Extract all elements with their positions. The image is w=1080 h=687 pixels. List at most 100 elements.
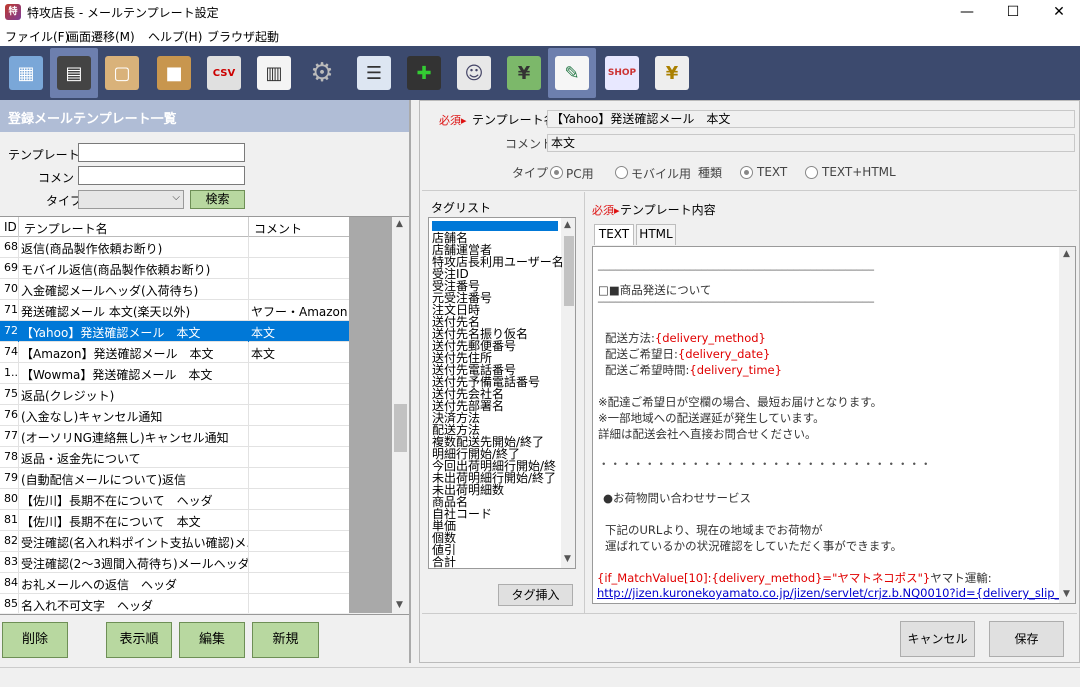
cancel-button[interactable]: キャンセル <box>900 621 975 657</box>
table-row[interactable]: 74 【Amazon】発送確認メール 本文 本文 <box>0 342 349 363</box>
table-row[interactable]: 84 お礼メールへの返信 ヘッダ <box>0 573 349 594</box>
template-content-editor[interactable]: ________________________________________… <box>592 246 1076 604</box>
table-row[interactable]: 85 名入れ不可文字 ヘッダ <box>0 594 349 613</box>
pc-radio[interactable] <box>550 166 563 179</box>
table-row[interactable]: 79 (自動配信メールについて)返信 <box>0 468 349 489</box>
boxes-icon[interactable]: ■ <box>150 48 198 98</box>
table-scroll-thumb[interactable] <box>394 404 407 452</box>
row-template-name: 【Yahoo】発送確認メール 本文 <box>21 326 201 340</box>
column-name[interactable]: テンプレート名 <box>24 220 108 237</box>
scroll-up-icon[interactable]: ▲ <box>564 220 571 230</box>
close-button[interactable]: ✕ <box>1036 0 1080 24</box>
table-row[interactable]: 75 返品(クレジット) <box>0 384 349 405</box>
table-row[interactable]: 76 (入金なし)キャンセル通知 <box>0 405 349 426</box>
table-row[interactable]: 1...【Wowma】発送確認メール 本文 <box>0 363 349 384</box>
row-id: 75 <box>4 387 18 400</box>
tab-html[interactable]: HTML <box>636 224 676 245</box>
shopping-bag-icon[interactable]: ▢ <box>98 48 146 98</box>
panel-divider[interactable] <box>409 100 411 663</box>
report-icon[interactable]: ☰ <box>350 48 398 98</box>
receipt-icon[interactable]: ¥ <box>648 48 696 98</box>
scroll-down-icon[interactable]: ▼ <box>396 600 403 610</box>
row-template-name: 【佐川】長期不在について ヘッダ <box>21 494 213 508</box>
menu-bar: ファイル(F) 画面遷移(M) ヘルプ(H) ブラウザ起動 <box>0 24 1080 46</box>
new-button[interactable]: 新規 <box>252 622 319 658</box>
row-id: 76 <box>4 408 18 421</box>
text-radio[interactable] <box>740 166 753 179</box>
table-row[interactable]: 70 入金確認メールヘッダ(入荷待ち) <box>0 279 349 300</box>
table-row[interactable]: 69 モバイル返信(商品製作依頼お断り) <box>0 258 349 279</box>
text-html-radio-label: TEXT+HTML <box>822 165 896 179</box>
scroll-down-icon[interactable]: ▼ <box>564 554 571 564</box>
row-id: 72 <box>4 324 18 337</box>
comment-field[interactable]: 本文 <box>547 134 1075 152</box>
text-radio-label: TEXT <box>757 165 788 179</box>
comment-search-input[interactable] <box>78 166 245 185</box>
tag-item-selected[interactable] <box>432 221 558 231</box>
name-search-input[interactable] <box>78 143 245 162</box>
csv-download-icon[interactable]: CSV <box>200 48 248 98</box>
maximize-button[interactable]: ☐ <box>990 0 1036 24</box>
tag-insert-button[interactable]: タグ挿入 <box>498 584 573 606</box>
row-id: 84 <box>4 576 18 589</box>
table-header: ID テンプレート名 コメント <box>0 217 349 237</box>
row-id: 82 <box>4 534 18 547</box>
column-comment[interactable]: コメント <box>254 220 302 237</box>
table-row[interactable]: 82 受注確認(名入れ料ポイント支払い確認)メ... <box>0 531 349 552</box>
template-list-title: 登録メールテンプレート一覧 <box>8 112 177 127</box>
comment-field-label: コメント <box>505 137 554 151</box>
search-button[interactable]: 検索 <box>190 190 245 209</box>
mail-template-edit-icon[interactable]: ✎ <box>548 48 596 98</box>
scroll-up-icon[interactable]: ▲ <box>1063 249 1070 259</box>
window-title: 特攻店長 - メールテンプレート設定 <box>27 6 219 20</box>
cash-register-icon[interactable]: ▤ <box>50 48 98 98</box>
scroll-down-icon[interactable]: ▼ <box>1063 589 1070 599</box>
menu-file[interactable]: ファイル(F) <box>5 28 69 45</box>
text-html-radio[interactable] <box>805 166 818 179</box>
menu-help[interactable]: ヘルプ(H) <box>148 28 202 45</box>
column-id[interactable]: ID <box>4 220 17 234</box>
editor-scrollbar[interactable]: ▲ ▼ <box>1059 247 1075 603</box>
table-row[interactable]: 83 受注確認(2〜3週間入荷待ち)メールヘッダ <box>0 552 349 573</box>
table-row[interactable]: 77 (オーソリNG連絡無し)キャンセル通知 <box>0 426 349 447</box>
template-name-field[interactable]: 【Yahoo】発送確認メール 本文 <box>547 110 1075 128</box>
table-row[interactable]: 72 【Yahoo】発送確認メール 本文 本文 <box>0 321 349 342</box>
menu-browser[interactable]: ブラウザ起動 <box>207 28 279 45</box>
type-select[interactable]: ⌵ <box>78 190 184 209</box>
spreadsheet-icon[interactable]: ▥ <box>250 48 298 98</box>
delete-button[interactable]: 削除 <box>2 622 68 658</box>
contact-card-icon[interactable]: ☺ <box>450 48 498 98</box>
tag-list[interactable]: ▲ ▼ 店舗名 店舗運営者 特攻店長利用ユーザー名 受注ID 受注番号 元受注番号 注文日時… <box>428 217 576 569</box>
shop-window-icon[interactable]: SHOP <box>598 48 646 98</box>
gear-icon[interactable]: ⚙ <box>298 48 346 98</box>
row-id: 80 <box>4 492 18 505</box>
tag-scroll-thumb[interactable] <box>564 236 574 306</box>
table-row[interactable]: 68 返信(商品製作依頼お断り) <box>0 237 349 258</box>
display-order-button[interactable]: 表示順 <box>106 622 172 658</box>
tag-item[interactable]: 合計 <box>432 556 456 568</box>
tab-text[interactable]: TEXT <box>594 224 634 245</box>
table-row[interactable]: 81 【佐川】長期不在について 本文 <box>0 510 349 531</box>
tracking-url[interactable]: http://jizen.kuronekoyamato.co.jp/jizen/… <box>597 586 1075 600</box>
delivery-date-tag: {delivery_date} <box>677 347 771 361</box>
scroll-up-icon[interactable]: ▲ <box>396 219 403 229</box>
toolbar: ▦ ▤ ▢ ■ CSV ▥ ⚙ ☰ ✚ ☺ ¥ ✎ SHOP ¥ <box>0 46 1080 100</box>
minimize-button[interactable]: — <box>944 0 990 24</box>
tag-list-scrollbar[interactable]: ▲ ▼ <box>561 218 575 568</box>
cash-icon[interactable]: ¥ <box>500 48 548 98</box>
edit-button[interactable]: 編集 <box>179 622 245 658</box>
row-id: 71 <box>4 303 18 316</box>
table-row[interactable]: 78 返品・返金先について <box>0 447 349 468</box>
calendar-icon[interactable]: ▦ <box>2 48 50 98</box>
printer-add-icon[interactable]: ✚ <box>400 48 448 98</box>
table-row[interactable]: 80 【佐川】長期不在について ヘッダ <box>0 489 349 510</box>
menu-navigate[interactable]: 画面遷移(M) <box>67 28 135 45</box>
mobile-radio[interactable] <box>615 166 628 179</box>
chevron-down-icon: ⌵ <box>172 192 180 203</box>
row-template-name: 受注確認(名入れ料ポイント支払い確認)メ... <box>21 536 248 550</box>
required-badge: 必須▸ <box>592 204 620 217</box>
table-row[interactable]: 71発送確認メール 本文(楽天以外) ヤフー・Amazon用 <box>0 300 349 321</box>
save-button[interactable]: 保存 <box>989 621 1064 657</box>
row-template-name: (自動配信メールについて)返信 <box>21 473 187 487</box>
template-table: ID テンプレート名 コメント 68 返信(商品製作依頼お断り) 69 モバイル返信(… <box>0 216 409 613</box>
